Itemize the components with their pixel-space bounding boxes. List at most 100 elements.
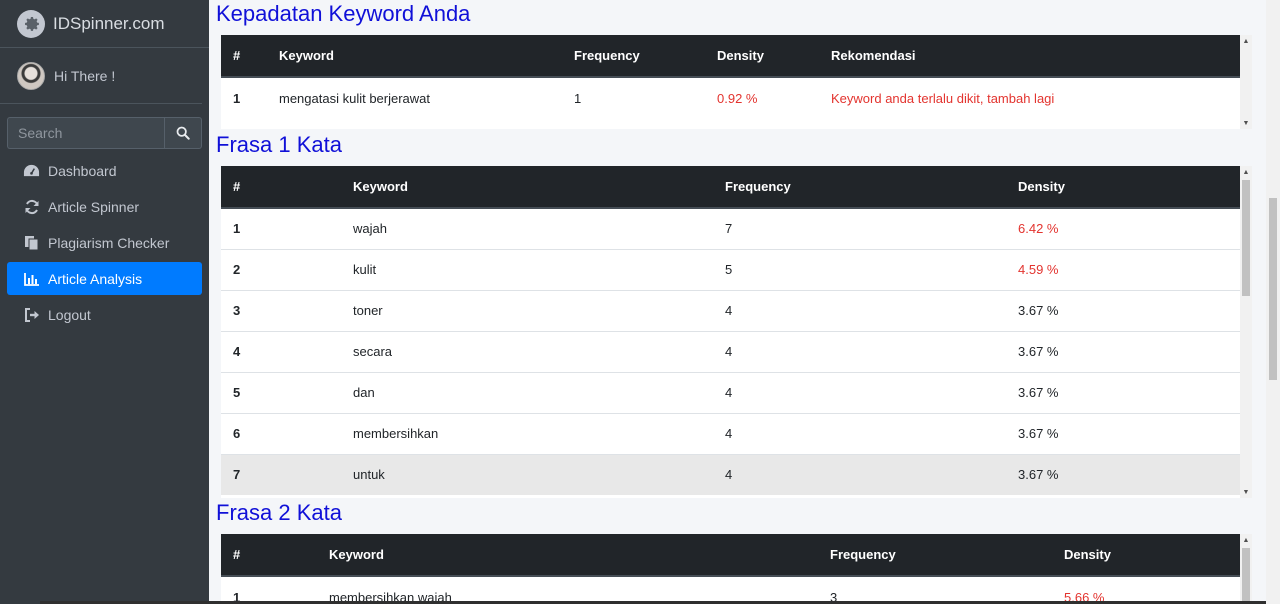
scroll-thumb[interactable] (1242, 548, 1250, 604)
column-header: # (221, 166, 341, 209)
copy-icon (23, 234, 40, 251)
sign-out-icon (23, 306, 40, 323)
row-frequency: 4 (713, 289, 1006, 331)
row-density: 3.67 % (1006, 330, 1240, 372)
column-header: # (221, 35, 267, 78)
table-row: 5 dan 4 3.67 % (221, 371, 1240, 413)
row-density: 5.66 % (1052, 576, 1240, 604)
scroll-up-icon[interactable]: ▲ (1240, 166, 1252, 178)
table-row: 1 mengatasi kulit berjerawat 1 0.92 % Ke… (221, 77, 1240, 118)
bar-chart-icon (23, 270, 40, 287)
row-frequency: 3 (818, 576, 1052, 604)
scroll-thumb[interactable] (1242, 180, 1250, 296)
row-recommendation: Keyword anda terlalu dikit, tambah lagi (819, 77, 1240, 118)
row-number: 7 (221, 453, 341, 495)
avatar (17, 61, 45, 90)
table-scrollbar[interactable]: ▲ ▼ (1240, 35, 1252, 129)
table-row: 4 secara 4 3.67 % (221, 330, 1240, 372)
table-row-hovered: 7 untuk 4 3.67 % (221, 453, 1240, 495)
gear-icon (17, 9, 45, 38)
row-number: 1 (221, 576, 317, 604)
row-frequency: 4 (713, 371, 1006, 413)
sidebar-item-logout[interactable]: Logout (7, 298, 202, 331)
sidebar-item-article-analysis[interactable]: Article Analysis (7, 262, 202, 295)
scroll-down-icon[interactable]: ▼ (1240, 486, 1252, 498)
keyword-density-table-wrap: # Keyword Frequency Density Rekomendasi … (221, 35, 1252, 129)
sync-icon (23, 198, 40, 215)
user-panel[interactable]: Hi There ! (0, 48, 202, 104)
sidebar-item-label: Plagiarism Checker (48, 234, 170, 251)
column-header: Keyword (267, 35, 562, 78)
phrase-2-table: # Keyword Frequency Density 1 membersihk… (221, 534, 1240, 604)
search-input[interactable] (7, 117, 164, 149)
brand-name: IDSpinner.com (53, 13, 165, 33)
scroll-down-icon[interactable]: ▼ (1240, 117, 1252, 129)
column-header: Keyword (317, 534, 818, 577)
row-keyword: dan (341, 371, 713, 413)
phrase-1-table-wrap: # Keyword Frequency Density 1 wajah 7 6.… (221, 166, 1252, 498)
search-icon (176, 126, 190, 140)
row-density: 3.67 % (1006, 453, 1240, 495)
sidebar-item-article-spinner[interactable]: Article Spinner (7, 190, 202, 223)
section-title-keyword-density: Kepadatan Keyword Anda (216, 1, 471, 26)
column-header: Frequency (562, 35, 705, 78)
row-keyword: secara (341, 330, 713, 372)
sidebar-item-label: Article Spinner (48, 198, 140, 215)
table-scrollbar[interactable]: ▲ ▼ (1240, 166, 1252, 498)
row-number: 6 (221, 412, 341, 454)
section-title-phrase-1: Frasa 1 Kata (216, 132, 342, 157)
column-header: # (221, 534, 317, 577)
search-button[interactable] (164, 117, 202, 149)
row-density: 6.42 % (1006, 208, 1240, 249)
page-scroll-thumb[interactable] (1269, 198, 1277, 380)
user-greeting: Hi There ! (54, 67, 116, 84)
row-frequency: 4 (713, 330, 1006, 372)
table-scrollbar[interactable]: ▲ (1240, 534, 1252, 604)
row-density: 4.59 % (1006, 248, 1240, 290)
sidebar-item-dashboard[interactable]: Dashboard (7, 154, 202, 187)
table-row: 1 membersihkan wajah 3 5.66 % (221, 576, 1240, 604)
row-frequency: 7 (713, 208, 1006, 249)
row-keyword: mengatasi kulit berjerawat (267, 77, 562, 118)
column-header: Rekomendasi (819, 35, 1240, 78)
keyword-density-table: # Keyword Frequency Density Rekomendasi … (221, 35, 1240, 118)
row-keyword: kulit (341, 248, 713, 290)
row-number: 4 (221, 330, 341, 372)
main-content: Kepadatan Keyword Anda # Keyword Frequen… (209, 0, 1266, 604)
row-frequency: 4 (713, 412, 1006, 454)
scroll-up-icon[interactable]: ▲ (1240, 534, 1252, 546)
column-header: Density (705, 35, 819, 78)
column-header: Frequency (713, 166, 1006, 209)
row-keyword: wajah (341, 208, 713, 249)
table-row: 1 wajah 7 6.42 % (221, 208, 1240, 249)
row-number: 3 (221, 289, 341, 331)
column-header: Frequency (818, 534, 1052, 577)
row-keyword: membersihkan (341, 412, 713, 454)
row-number: 5 (221, 371, 341, 413)
sidebar: IDSpinner.com Hi There ! Dashboard Artic… (0, 0, 209, 604)
sidebar-item-label: Logout (48, 306, 91, 323)
sidebar-search (7, 117, 202, 149)
row-frequency: 4 (713, 453, 1006, 495)
row-density: 0.92 % (705, 77, 819, 118)
dashboard-icon (23, 162, 40, 179)
table-row: 3 toner 4 3.67 % (221, 289, 1240, 331)
table-row: 6 membersihkan 4 3.67 % (221, 412, 1240, 454)
row-keyword: untuk (341, 453, 713, 495)
sidebar-item-label: Article Analysis (48, 270, 143, 287)
sidebar-item-plagiarism-checker[interactable]: Plagiarism Checker (7, 226, 202, 259)
page-scrollbar[interactable] (1266, 0, 1280, 604)
table-row: 2 kulit 5 4.59 % (221, 248, 1240, 290)
scroll-up-icon[interactable]: ▲ (1240, 35, 1252, 47)
row-keyword: membersihkan wajah (317, 576, 818, 604)
row-number: 1 (221, 77, 267, 118)
section-title-phrase-2: Frasa 2 Kata (216, 500, 342, 525)
phrase-2-table-wrap: # Keyword Frequency Density 1 membersihk… (221, 534, 1252, 604)
column-header: Density (1006, 166, 1240, 209)
row-number: 2 (221, 248, 341, 290)
sidebar-nav: Dashboard Article Spinner Plagiarism Che… (0, 154, 209, 331)
row-keyword: toner (341, 289, 713, 331)
column-header: Density (1052, 534, 1240, 577)
brand-link[interactable]: IDSpinner.com (0, 0, 209, 48)
phrase-1-table: # Keyword Frequency Density 1 wajah 7 6.… (221, 166, 1240, 495)
